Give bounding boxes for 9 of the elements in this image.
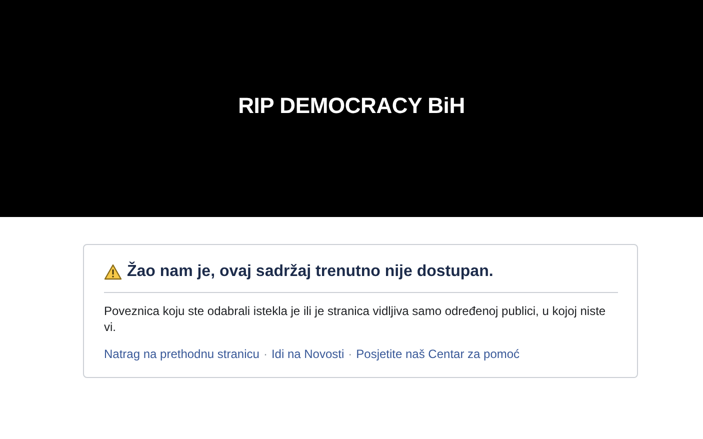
notice-message: Poveznica koju ste odabrali istekla je ili je stranica vidljiva samo određenoj publici, u kojoj niste vi. [104,303,607,335]
nav-link[interactable]: Natrag na prethodnu stranicu [104,347,260,361]
nav-link[interactable]: Idi na Novosti [271,347,344,361]
separator-dot: · [263,347,268,361]
banner-title: RIP DEMOCRACY BiH [238,92,465,118]
separator-dot: · [348,347,352,361]
warning-icon [104,264,122,280]
notice-heading: Žao nam je, ovaj sadržaj trenutno nije dostupan. [127,263,494,281]
nav-link[interactable]: Posjetite naš Centar za pomoć [356,347,520,361]
